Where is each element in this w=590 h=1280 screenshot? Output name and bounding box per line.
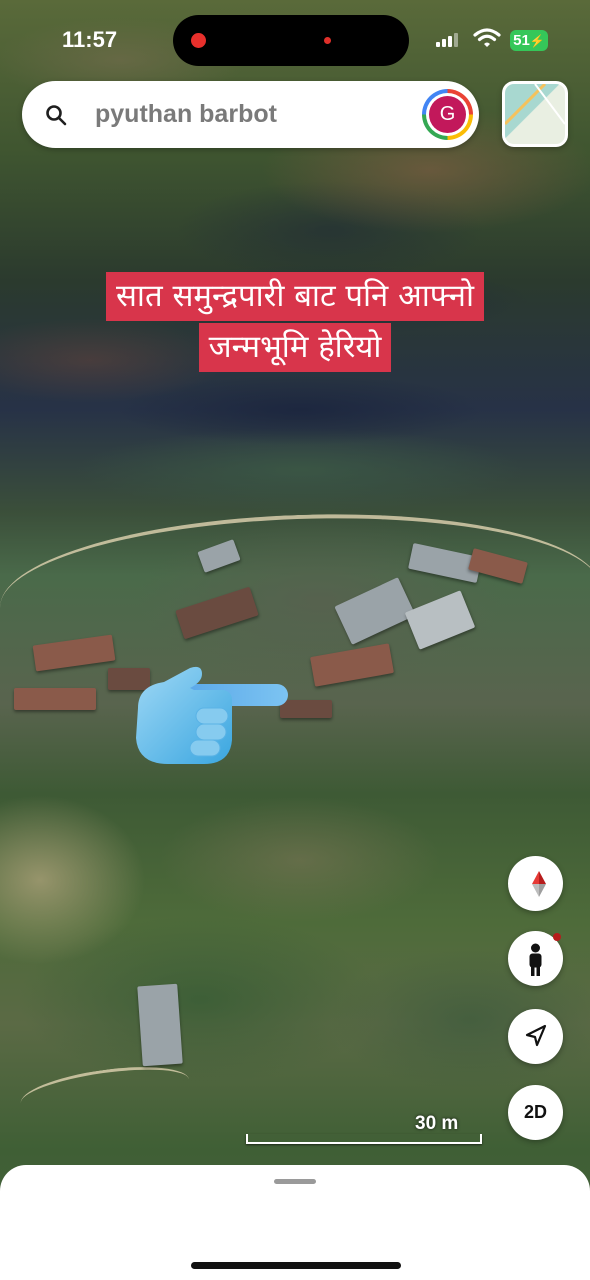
building [137, 983, 183, 1067]
map-layers-button[interactable] [502, 81, 568, 147]
battery-indicator: 51⚡ [510, 30, 548, 51]
satellite-map[interactable] [0, 0, 590, 1280]
compass-icon [532, 871, 546, 897]
caption-overlay: सात समुन्द्रपारी बाट पनि आफ्नो जन्मभूमि … [0, 272, 590, 372]
my-location-button[interactable] [508, 1009, 563, 1064]
wifi-icon [473, 27, 501, 53]
status-time: 11:57 [62, 27, 118, 52]
scale-label: 30 m [415, 1113, 459, 1134]
status-bar: 11:57 51⚡ [0, 0, 590, 80]
search-bar[interactable]: pyuthan barbot G [22, 81, 479, 148]
dynamic-island [173, 15, 409, 66]
map-screen: 11:57 51⚡ pyuthan barbot G सात समुन्द्रप… [0, 0, 590, 1280]
cellular-signal-icon [436, 33, 460, 47]
caption-line-1: सात समुन्द्रपारी बाट पनि आफ्नो [105, 272, 485, 321]
search-query[interactable]: pyuthan barbot [95, 100, 277, 129]
navigation-arrow-icon [525, 1024, 547, 1047]
bottom-sheet[interactable] [0, 1165, 590, 1280]
view-mode-2d-button[interactable]: 2D [508, 1085, 563, 1140]
building [14, 688, 96, 710]
caption-line-2: जन्मभूमि हेरियो [198, 323, 392, 372]
camera-indicator-icon [324, 37, 331, 44]
sheet-grabber-handle[interactable] [274, 1179, 316, 1184]
charging-bolt-icon: ⚡ [529, 34, 545, 48]
battery-level: 51 [513, 32, 530, 49]
recording-indicator-icon [191, 33, 206, 48]
compass-button[interactable] [508, 856, 563, 911]
scale-bar [246, 1134, 482, 1144]
home-indicator[interactable] [191, 1262, 401, 1269]
pointing-hand-icon [132, 660, 292, 774]
avatar-letter: G [429, 96, 466, 133]
avatar-ring: G [426, 93, 469, 136]
search-icon[interactable] [44, 103, 68, 131]
map-layer-thumbnail [505, 84, 565, 144]
street-view-button[interactable] [508, 931, 563, 986]
road [17, 1058, 193, 1125]
notification-dot [553, 933, 561, 941]
account-avatar[interactable]: G [422, 89, 473, 140]
